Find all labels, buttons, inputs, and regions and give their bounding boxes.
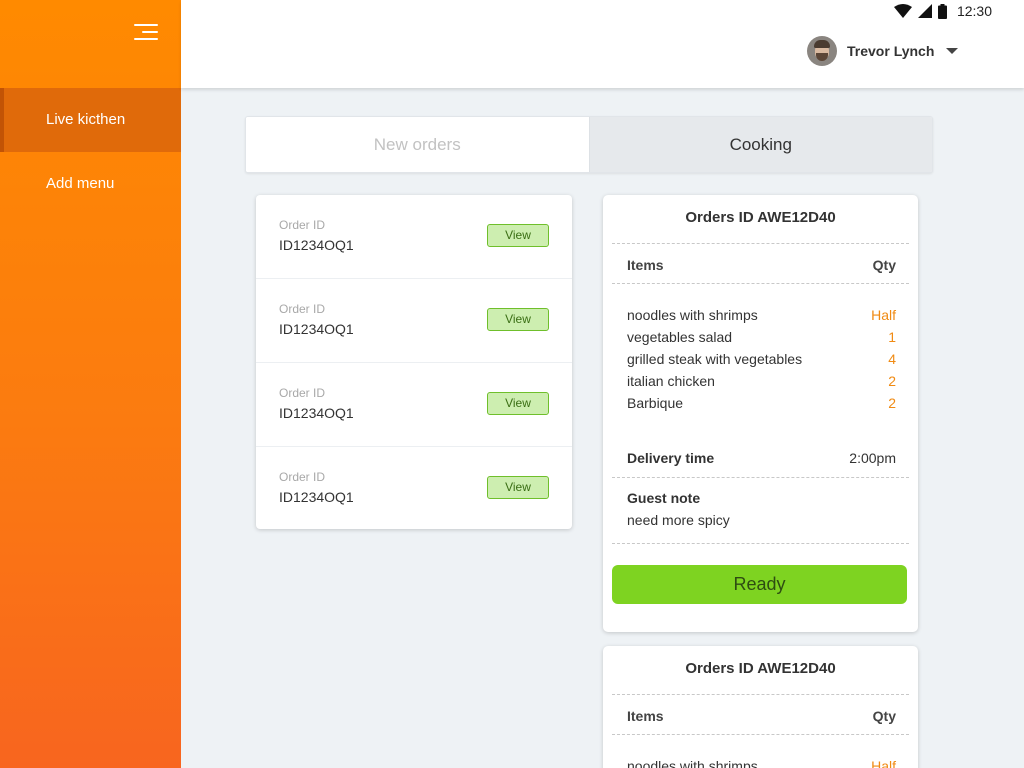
list-item: Order ID ID1234OQ1 View bbox=[256, 363, 572, 447]
order-item-row: noodles with shrimps Half bbox=[627, 307, 896, 329]
view-button[interactable]: View bbox=[487, 476, 549, 499]
top-header: 12:30 Trevor Lynch bbox=[181, 0, 1024, 88]
item-name: noodles with shrimps bbox=[627, 307, 758, 323]
status-bar: 12:30 bbox=[893, 3, 992, 19]
caret-down-icon[interactable] bbox=[946, 48, 959, 54]
divider bbox=[612, 734, 909, 735]
user-menu[interactable]: Trevor Lynch bbox=[807, 36, 959, 66]
order-id-value: ID1234OQ1 bbox=[279, 237, 354, 253]
item-name: italian chicken bbox=[627, 373, 715, 389]
guest-note-text: need more spicy bbox=[627, 512, 730, 528]
order-id-label: Order ID bbox=[279, 386, 326, 400]
qty-header: Qty bbox=[872, 257, 896, 273]
order-detail-title: Orders ID AWE12D40 bbox=[685, 660, 836, 677]
avatar[interactable] bbox=[807, 36, 837, 66]
item-qty: 2 bbox=[888, 373, 896, 389]
tab-new-orders[interactable]: New orders bbox=[246, 117, 589, 172]
wifi-icon bbox=[893, 4, 912, 18]
order-detail-title: Orders ID AWE12D40 bbox=[685, 209, 836, 226]
item-qty: 2 bbox=[888, 395, 896, 411]
view-button[interactable]: View bbox=[487, 224, 549, 247]
item-qty: Half bbox=[871, 758, 896, 768]
sidebar-item-label: Live kicthen bbox=[46, 111, 126, 128]
delivery-time-value: 2:00pm bbox=[849, 450, 896, 466]
sidebar-item-label: Add menu bbox=[46, 175, 115, 192]
order-detail-card: Orders ID AWE12D40 Items Qty noodles wit… bbox=[603, 195, 918, 632]
list-item: Order ID ID1234OQ1 View bbox=[256, 447, 572, 531]
list-item: Order ID ID1234OQ1 View bbox=[256, 279, 572, 363]
order-id-value: ID1234OQ1 bbox=[279, 321, 354, 337]
qty-header: Qty bbox=[872, 708, 896, 724]
order-id-label: Order ID bbox=[279, 218, 326, 232]
orders-list: Order ID ID1234OQ1 View Order ID ID1234O… bbox=[256, 195, 572, 529]
order-item-row: noodles with shrimps Half bbox=[627, 758, 896, 768]
ready-button[interactable]: Ready bbox=[612, 565, 907, 604]
list-item: Order ID ID1234OQ1 View bbox=[256, 195, 572, 279]
item-name: grilled steak with vegetables bbox=[627, 351, 803, 367]
order-id-label: Order ID bbox=[279, 470, 326, 484]
order-id-label: Order ID bbox=[279, 302, 326, 316]
order-item-row: italian chicken 2 bbox=[627, 373, 896, 395]
sidebar-item-add-menu[interactable]: Add menu bbox=[0, 152, 181, 216]
battery-icon bbox=[937, 3, 947, 19]
signal-icon bbox=[917, 4, 932, 18]
items-header: Items bbox=[627, 257, 664, 273]
sidebar: Live kicthen Add menu bbox=[0, 0, 181, 768]
order-detail-card: Orders ID AWE12D40 Items Qty noodles wit… bbox=[603, 646, 918, 768]
view-button[interactable]: View bbox=[487, 308, 549, 331]
delivery-time-label: Delivery time bbox=[627, 450, 715, 466]
items-header: Items bbox=[627, 708, 664, 724]
guest-note-label: Guest note bbox=[627, 490, 701, 506]
item-qty: Half bbox=[871, 307, 896, 323]
view-button[interactable]: View bbox=[487, 392, 549, 415]
sidebar-item-live-kitchen[interactable]: Live kicthen bbox=[0, 88, 181, 152]
divider bbox=[612, 543, 909, 544]
item-name: noodles with shrimps bbox=[627, 758, 758, 768]
item-qty: 1 bbox=[888, 329, 896, 345]
order-id-value: ID1234OQ1 bbox=[279, 405, 354, 421]
divider bbox=[612, 694, 909, 695]
item-name: vegetables salad bbox=[627, 329, 733, 345]
order-item-row: Barbique 2 bbox=[627, 395, 896, 417]
user-name: Trevor Lynch bbox=[847, 43, 935, 59]
order-id-value: ID1234OQ1 bbox=[279, 489, 354, 505]
order-tabs: New orders Cooking bbox=[245, 116, 933, 173]
status-time: 12:30 bbox=[956, 3, 992, 19]
divider bbox=[612, 283, 909, 284]
hamburger-icon[interactable] bbox=[132, 24, 158, 42]
item-qty: 4 bbox=[888, 351, 896, 367]
tab-cooking[interactable]: Cooking bbox=[588, 117, 932, 172]
item-name: Barbique bbox=[627, 395, 684, 411]
divider bbox=[612, 477, 909, 478]
divider bbox=[612, 243, 909, 244]
order-item-row: grilled steak with vegetables 4 bbox=[627, 351, 896, 373]
order-item-row: vegetables salad 1 bbox=[627, 329, 896, 351]
